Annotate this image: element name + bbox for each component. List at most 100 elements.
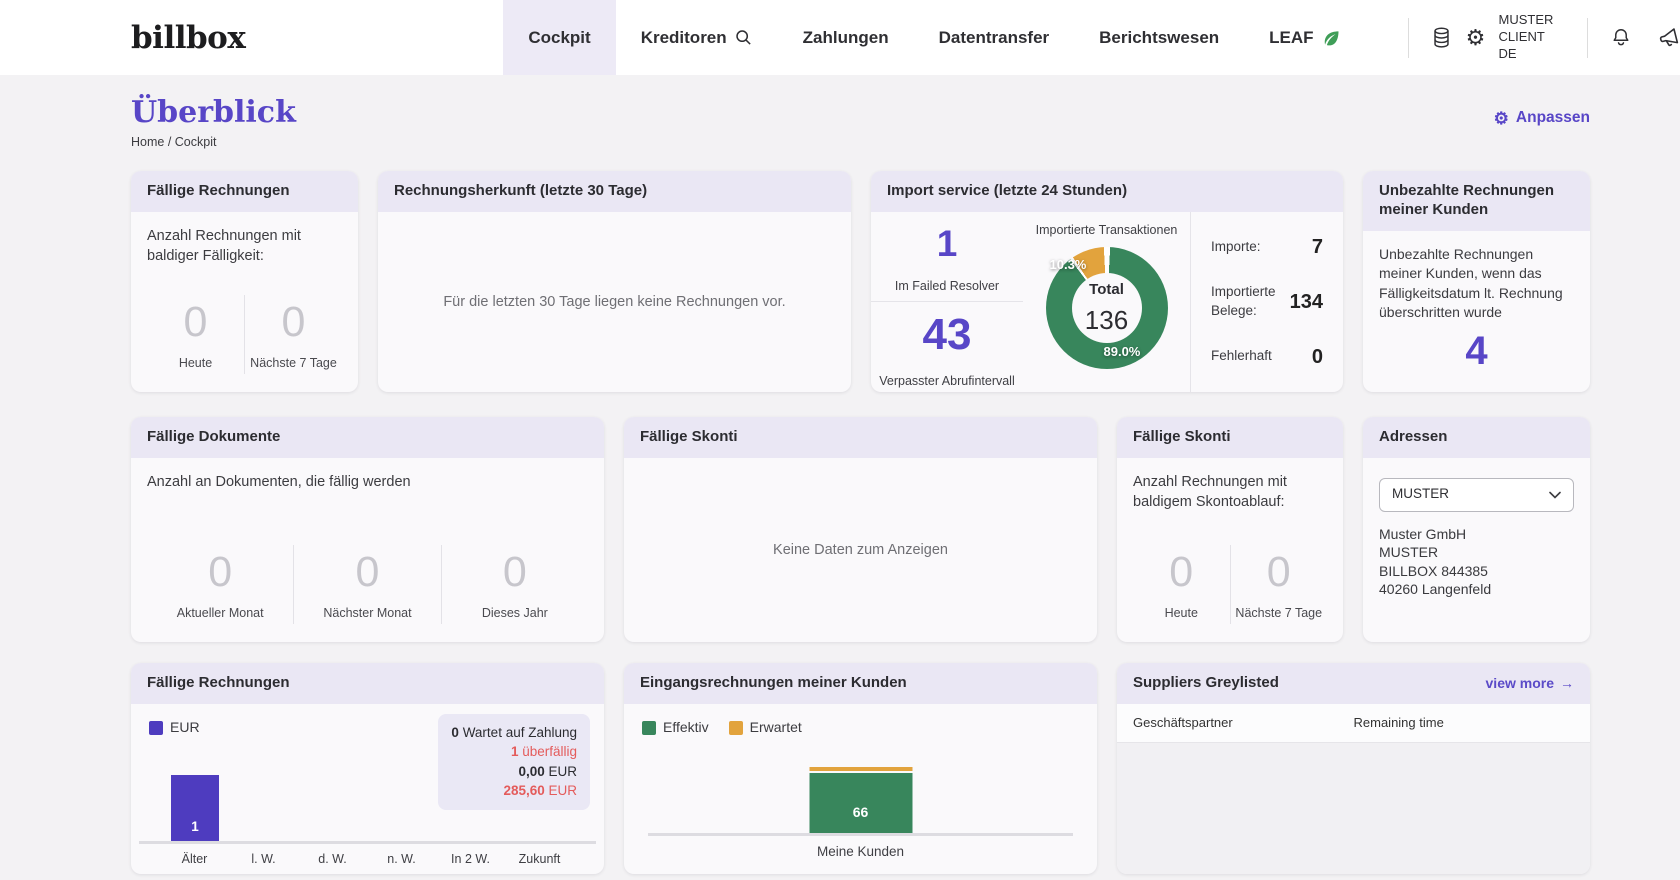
- nav-tab-kreditoren[interactable]: Kreditoren: [616, 0, 778, 75]
- nav-tab-label: Zahlungen: [802, 27, 889, 47]
- count-item: 0 Nächster Monat: [293, 545, 440, 624]
- count-label: Heute: [178, 355, 213, 370]
- card-title: Fällige Dokumente: [131, 417, 604, 458]
- customize-label: Anpassen: [1515, 109, 1590, 126]
- stat-value: 43: [922, 309, 972, 359]
- detail-row: Importierte Belege: 134: [1211, 283, 1323, 321]
- settings-gear-icon[interactable]: ⚙: [1459, 21, 1493, 55]
- card-description: Anzahl Rechnungen mit baldigem Skontoabl…: [1133, 473, 1287, 511]
- infobox-line: 1 überfällig: [510, 744, 577, 760]
- nav-divider: [1586, 17, 1588, 58]
- address-line: BILLBOX 844385: [1379, 562, 1488, 579]
- address-line: Muster GmbH: [1379, 525, 1467, 542]
- card-faellige-skonti-empty: Fällige Skonti Keine Daten zum Anzeigen: [624, 417, 1097, 642]
- search-icon: [734, 28, 753, 47]
- bar-meine-kunden[interactable]: 66: [809, 767, 912, 833]
- nav-tab-zahlungen[interactable]: Zahlungen: [778, 0, 914, 75]
- address-select-value: MUSTER: [1392, 486, 1449, 502]
- x-tick-label: Zukunft: [518, 851, 561, 866]
- card-adressen: Adressen MUSTER Muster GmbH MUSTER BILLB…: [1363, 417, 1590, 642]
- payment-status-infobox: 0 Wartet auf Zahlung 1 überfällig 0,00 E…: [438, 713, 590, 810]
- card-description: Anzahl an Dokumenten, die fällig werden: [147, 473, 411, 490]
- counts: 0 Heute 0 Nächste 7 Tage: [147, 295, 342, 378]
- donut-total-value: 136: [1084, 304, 1129, 335]
- card-title: Rechnungsherkunft (letzte 30 Tage): [378, 171, 851, 212]
- notifications-bell-icon[interactable]: [1604, 21, 1638, 55]
- address-select[interactable]: MUSTER: [1379, 477, 1574, 512]
- imported-transactions-donut-chart[interactable]: Total 136 89.0% 10.3%: [1045, 247, 1168, 370]
- nav-tab-label: Datentransfer: [938, 27, 1050, 47]
- view-more-link[interactable]: view more →: [1486, 675, 1574, 693]
- legend-label: Effektiv: [663, 718, 709, 735]
- nav-tab-label: Kreditoren: [640, 27, 727, 47]
- stat-missed-interval: 43 Verpasster Abrufintervall: [871, 302, 1023, 392]
- x-axis-line: [139, 841, 596, 844]
- legend-swatch: [728, 720, 743, 735]
- billbox-logo[interactable]: billbox: [131, 20, 246, 56]
- count-value: 0: [281, 298, 306, 347]
- card-title: Suppliers Greylisted: [1133, 674, 1279, 691]
- card-faellige-dokumente: Fällige Dokumente Anzahl an Dokumenten, …: [131, 417, 604, 642]
- x-axis-line: [648, 833, 1073, 836]
- card-title: Fällige Skonti: [1117, 417, 1343, 458]
- arrow-right-icon: →: [1560, 674, 1574, 691]
- card-title: Fällige Rechnungen: [131, 171, 358, 212]
- x-tick-label: In 2 W.: [451, 851, 490, 866]
- nav-tab-leaf[interactable]: LEAF: [1244, 0, 1365, 75]
- detail-value: 0: [1311, 345, 1323, 368]
- infobox-line: 0 Wartet auf Zahlung: [451, 724, 577, 740]
- x-tick-label: n. W.: [387, 851, 416, 866]
- card-title: Eingangsrechnungen meiner Kunden: [624, 663, 1097, 704]
- column-header-geschaeftspartner: Geschäftspartner: [1133, 714, 1233, 730]
- count-label: Heute: [1164, 605, 1198, 620]
- count-value: 0: [502, 548, 527, 597]
- x-tick-label: Meine Kunden: [816, 844, 905, 860]
- count-value: 0: [208, 548, 233, 597]
- stat-failed-resolver: 1 Im Failed Resolver: [871, 212, 1023, 303]
- legend-item-eur: EUR: [149, 718, 200, 738]
- view-more-label: view more: [1485, 674, 1554, 691]
- gear-icon: ⚙: [1493, 108, 1509, 128]
- import-stats: 1 Im Failed Resolver 43 Verpasster Abruf…: [871, 212, 1023, 392]
- nav-tab-cockpit[interactable]: Cockpit: [503, 0, 616, 75]
- import-details: Importe: 7 Importierte Belege: 134 Fehle…: [1191, 212, 1343, 392]
- legend-item-effektiv: Effektiv: [642, 718, 709, 738]
- address-line: MUSTER: [1379, 544, 1439, 561]
- card-rechnungsherkunft: Rechnungsherkunft (letzte 30 Tage) Für d…: [378, 171, 851, 392]
- bar-value-label: 66: [852, 804, 869, 821]
- chevron-down-icon: [1549, 491, 1561, 499]
- address-line: 40260 Langenfeld: [1379, 581, 1492, 598]
- client-name: MUSTER CLIENT DE: [1498, 12, 1554, 61]
- breadcrumb[interactable]: Home / Cockpit: [131, 135, 296, 149]
- detail-label: Fehlerhaft: [1211, 348, 1272, 364]
- chart-legend: EUR: [149, 718, 200, 738]
- card-description: Anzahl Rechnungen mit baldiger Fälligkei…: [147, 227, 301, 265]
- card-unbezahlte-rechnungen: Unbezahlte Rechnungen meiner Kunden Unbe…: [1363, 171, 1590, 392]
- count-label: Nächste 7 Tage: [1235, 605, 1323, 620]
- page-title: Überblick: [131, 95, 296, 130]
- stat-label: Verpasster Abrufintervall: [879, 374, 1015, 389]
- legend-label: EUR: [170, 718, 200, 735]
- announcements-megaphone-icon[interactable]: [1652, 21, 1680, 55]
- count-item: 0 Nächste 7 Tage: [244, 295, 342, 374]
- card-faellige-rechnungen-chart: Fällige Rechnungen EUR 0 Wartet auf Zahl…: [131, 663, 604, 874]
- unpaid-count-value: 4: [1465, 328, 1488, 373]
- count-value: 0: [355, 548, 380, 597]
- card-title: Fällige Rechnungen: [131, 663, 604, 704]
- count-item: 0 Heute: [1133, 545, 1230, 624]
- database-icon[interactable]: [1425, 21, 1459, 55]
- nav-tab-datentransfer[interactable]: Datentransfer: [914, 0, 1075, 75]
- customize-button[interactable]: ⚙ Anpassen: [1494, 109, 1590, 127]
- empty-state-text: Für die letzten 30 Tage liegen keine Rec…: [443, 293, 786, 310]
- nav-tab-berichtswesen[interactable]: Berichtswesen: [1074, 0, 1244, 75]
- nav-tab-label: LEAF: [1269, 27, 1314, 47]
- nav-right-group: ⚙ MUSTER CLIENT DE SK: [1392, 0, 1680, 75]
- bar-aelter[interactable]: 1: [171, 775, 219, 841]
- top-nav: billbox Cockpit Kreditoren Zahlungen Dat…: [0, 0, 1680, 75]
- legend-swatch: [149, 720, 163, 735]
- donut-title: Importierte Transaktionen: [1035, 222, 1178, 237]
- count-label: Aktueller Monat: [176, 605, 264, 620]
- card-import-service: Import service (letzte 24 Stunden) 1 Im …: [871, 171, 1343, 392]
- card-title: Unbezahlte Rechnungen meiner Kunden: [1363, 171, 1590, 231]
- x-tick-label: l. W.: [251, 851, 276, 866]
